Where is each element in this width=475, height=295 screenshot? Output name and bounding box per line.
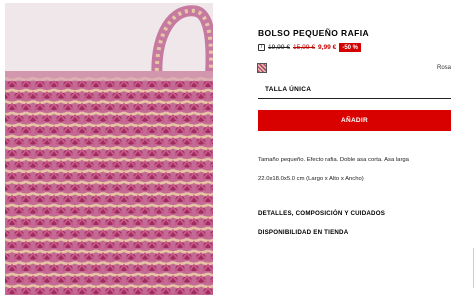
store-availability-link[interactable]: DISPONIBILIDAD EN TIENDA [258, 229, 348, 236]
color-selector: Rosa [256, 62, 451, 74]
size-label: TALLA ÚNICA [265, 86, 312, 93]
color-swatch[interactable] [256, 62, 268, 74]
product-title: BOLSO PEQUEÑO RAFIA [258, 28, 370, 38]
price-row: i 19,99 € 15,99 € 9,99 € -50 % [258, 42, 362, 53]
price-previous: 15,99 € [293, 44, 315, 51]
details-link[interactable]: DETALLES, COMPOSICIÓN Y CUIDADOS [258, 210, 385, 217]
price-original: 19,99 € [268, 44, 290, 51]
product-info-panel: BOLSO PEQUEÑO RAFIA i 19,99 € 15,99 € 9,… [256, 0, 451, 295]
color-name: Rosa [436, 65, 451, 71]
add-to-cart-button[interactable]: AÑADIR [258, 110, 451, 131]
info-icon[interactable]: i [258, 44, 265, 51]
raffia-bag-photo [5, 3, 213, 295]
product-description: Tamaño pequeño. Efecto rafia. Doble asa … [258, 157, 409, 163]
product-dimensions: 22.0x18.0x5.0 cm (Largo x Alto x Ancho) [258, 176, 364, 182]
discount-badge: -50 % [339, 43, 362, 52]
size-selector[interactable]: TALLA ÚNICA [258, 82, 451, 99]
price-current: 9,99 € [318, 44, 337, 51]
scrollbar-thumb[interactable] [473, 248, 474, 288]
product-image[interactable] [5, 3, 213, 295]
